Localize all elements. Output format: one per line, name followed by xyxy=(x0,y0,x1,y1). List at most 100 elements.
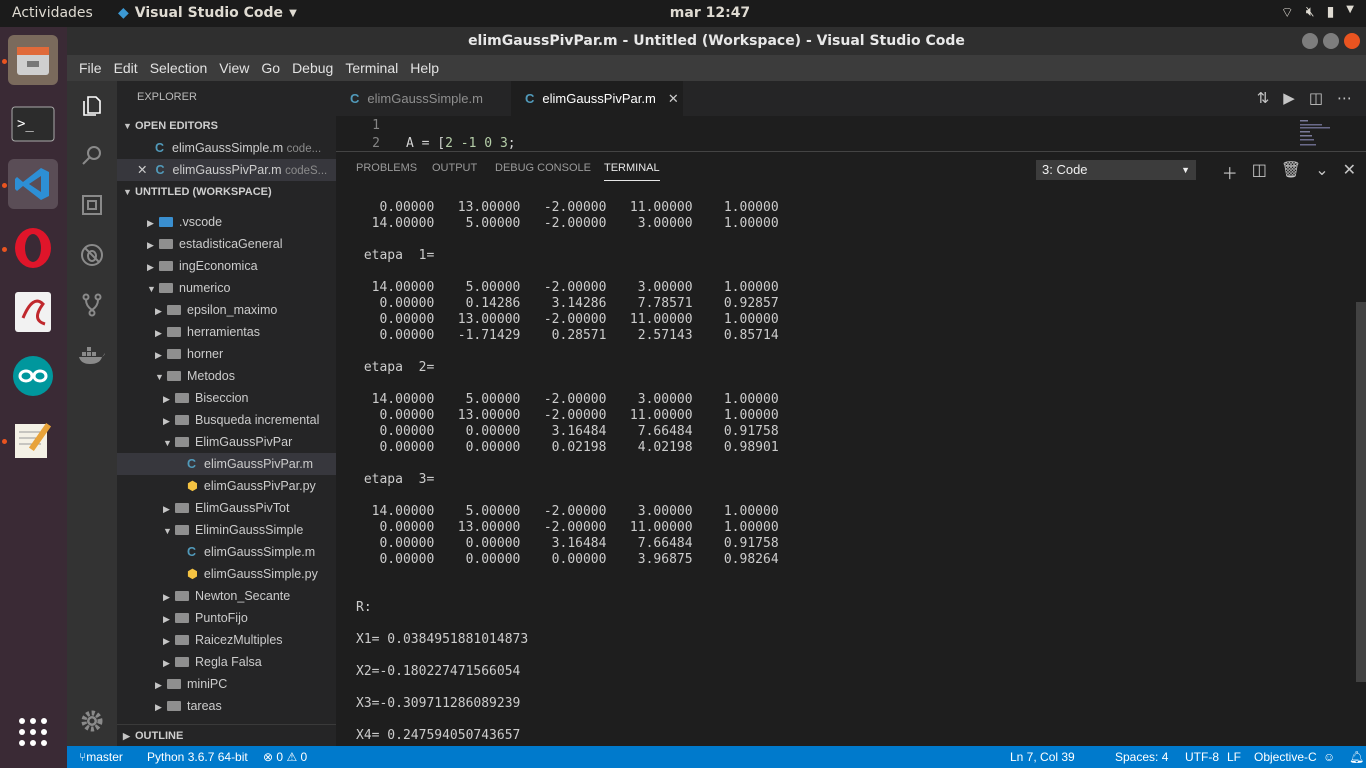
chevron-right-icon: ▶ xyxy=(155,680,162,690)
close-window-button[interactable] xyxy=(1344,33,1360,49)
close-icon[interactable]: ✕ xyxy=(137,163,147,177)
git-branch-icon[interactable] xyxy=(67,285,117,325)
tree-folder[interactable]: ▶ ElimGaussPivTot xyxy=(117,497,336,519)
tree-folder[interactable]: ▶ Newton_Secante xyxy=(117,585,336,607)
tab-problems[interactable]: PROBLEMS xyxy=(356,162,417,174)
files-icon[interactable] xyxy=(8,35,58,85)
tree-file[interactable]: ⬢ elimGaussSimple.py xyxy=(117,563,336,585)
clock[interactable]: mar 12:47 xyxy=(640,5,780,21)
outline-section[interactable]: ▶ OUTLINE xyxy=(117,724,336,746)
open-editor-item[interactable]: CelimGaussSimple.m code... xyxy=(117,137,336,159)
debug-icon[interactable] xyxy=(67,235,117,275)
tree-folder[interactable]: ▶ herramientas xyxy=(117,321,336,343)
tree-file[interactable]: CelimGaussSimple.m xyxy=(117,541,336,563)
more-actions-icon[interactable]: ⋯ xyxy=(1337,89,1352,107)
menu-terminal[interactable]: Terminal xyxy=(339,60,404,76)
git-branch-status[interactable]: ⑂master xyxy=(79,750,123,764)
tree-folder[interactable]: ▶ epsilon_maximo xyxy=(117,299,336,321)
vscode-app-icon[interactable] xyxy=(8,159,58,209)
text-viewer-icon[interactable] xyxy=(8,287,58,337)
menu-debug[interactable]: Debug xyxy=(286,60,339,76)
tree-item-label: elimGaussSimple.m xyxy=(204,545,316,559)
tab-elimgausssimple[interactable]: CelimGaussSimple.m xyxy=(336,81,511,116)
tree-folder[interactable]: ▶ RaicezMultiples xyxy=(117,629,336,651)
menu-go[interactable]: Go xyxy=(255,60,286,76)
notifications-bell-icon[interactable]: 🔔︎ xyxy=(1349,750,1364,764)
menu-file[interactable]: File xyxy=(73,60,108,76)
arduino-icon[interactable] xyxy=(8,351,58,401)
tree-folder[interactable]: ▶ tareas xyxy=(117,695,336,717)
language-mode[interactable]: Objective-C xyxy=(1254,750,1317,764)
terminal-scrollbar[interactable] xyxy=(1356,302,1366,682)
tree-folder[interactable]: ▼ ElimGaussPivPar xyxy=(117,431,336,453)
app-menu[interactable]: ◆ Visual Studio Code ▼ xyxy=(118,5,297,21)
system-tray[interactable]: ⌔ 🔇︎ ▮ ▼ xyxy=(1281,4,1354,22)
tree-file[interactable]: CelimGaussPivPar.m xyxy=(117,453,336,475)
tab-elimgausspivpar[interactable]: CelimGaussPivPar.m ✕ xyxy=(511,81,683,116)
show-applications-icon[interactable] xyxy=(8,707,58,757)
tree-folder[interactable]: ▶ horner xyxy=(117,343,336,365)
volume-muted-icon[interactable]: 🔇︎ xyxy=(1306,4,1315,22)
opera-browser-icon[interactable] xyxy=(8,223,58,273)
chevron-down-icon: ▼ xyxy=(163,438,172,448)
tree-folder[interactable]: ▶ .vscode xyxy=(117,211,336,233)
open-editor-item-active[interactable]: ✕ CelimGaussPivPar.m codeS... xyxy=(117,159,336,181)
feedback-smiley-icon[interactable]: ☺ xyxy=(1323,750,1335,764)
running-indicator xyxy=(2,439,7,444)
tree-folder[interactable]: ▼ Metodos xyxy=(117,365,336,387)
terminal-select[interactable]: 3: Code ▼ xyxy=(1036,160,1196,180)
panel-tabs: PROBLEMS OUTPUT DEBUG CONSOLE TERMINAL 3… xyxy=(336,152,1366,186)
tab-output[interactable]: OUTPUT xyxy=(432,162,477,174)
tab-debug-console[interactable]: DEBUG CONSOLE xyxy=(495,162,591,174)
tree-folder[interactable]: ▼ numerico xyxy=(117,277,336,299)
split-editor-icon[interactable]: ◫ xyxy=(1309,89,1323,107)
activities-button[interactable]: Actividades xyxy=(12,5,93,21)
tab-terminal[interactable]: TERMINAL xyxy=(604,162,660,181)
tree-folder[interactable]: ▶ PuntoFijo xyxy=(117,607,336,629)
search-icon[interactable] xyxy=(67,135,117,175)
tree-folder[interactable]: ▶ Biseccion xyxy=(117,387,336,409)
wifi-icon[interactable]: ⌔ xyxy=(1281,4,1294,22)
battery-icon[interactable]: ▮ xyxy=(1327,4,1335,22)
new-terminal-icon[interactable]: ＋ xyxy=(1222,160,1238,184)
cursor-position[interactable]: Ln 7, Col 39 xyxy=(1010,750,1075,764)
compare-changes-icon[interactable]: ⇅ xyxy=(1257,89,1270,107)
menu-edit[interactable]: Edit xyxy=(108,60,144,76)
menu-help[interactable]: Help xyxy=(404,60,445,76)
problems-status[interactable]: ⊗ 0 ⚠ 0 xyxy=(263,750,307,764)
python-interpreter[interactable]: Python 3.6.7 64-bit xyxy=(147,750,248,764)
chevron-down-icon[interactable]: ⌄ xyxy=(1315,160,1328,184)
minimap[interactable] xyxy=(1300,118,1350,148)
menu-view[interactable]: View xyxy=(213,60,255,76)
terminal-app-icon[interactable]: >_ xyxy=(8,99,58,149)
tree-item-label: epsilon_maximo xyxy=(187,303,278,317)
explorer-icon[interactable] xyxy=(67,86,117,126)
open-editors-section[interactable]: ▼ OPEN EDITORS xyxy=(117,115,336,137)
tree-folder[interactable]: ▶ estadisticaGeneral xyxy=(117,233,336,255)
workspace-section[interactable]: ▼ UNTITLED (WORKSPACE) xyxy=(117,181,336,203)
settings-gear-icon[interactable] xyxy=(67,701,117,741)
run-play-icon[interactable]: ▶ xyxy=(1283,89,1295,107)
close-icon[interactable]: ✕ xyxy=(1343,160,1356,184)
tree-folder[interactable]: ▶ miniPC xyxy=(117,673,336,695)
indentation[interactable]: Spaces: 4 xyxy=(1115,750,1168,764)
tree-folder[interactable]: ▶ Busqueda incremental xyxy=(117,409,336,431)
tree-file[interactable]: ⬢ elimGaussPivPar.py xyxy=(117,475,336,497)
split-terminal-icon[interactable]: ◫ xyxy=(1252,160,1267,184)
tree-folder[interactable]: ▶ ingEconomica xyxy=(117,255,336,277)
encoding[interactable]: UTF-8 xyxy=(1185,750,1219,764)
text-editor-icon[interactable] xyxy=(8,415,58,465)
tree-folder[interactable]: ▶ Regla Falsa xyxy=(117,651,336,673)
close-icon[interactable]: ✕ xyxy=(668,91,679,106)
source-control-extensions-icon[interactable] xyxy=(67,185,117,225)
trash-icon[interactable]: 🗑︎ xyxy=(1281,160,1301,184)
minimize-button[interactable] xyxy=(1302,33,1318,49)
tree-folder[interactable]: ▼ EliminGaussSimple xyxy=(117,519,336,541)
docker-icon[interactable] xyxy=(67,335,117,375)
end-of-line[interactable]: LF xyxy=(1227,750,1241,764)
chevron-down-icon[interactable]: ▼ xyxy=(1346,4,1354,22)
terminal-output[interactable]: 0.00000 13.00000 -2.00000 11.00000 1.000… xyxy=(356,200,1346,744)
maximize-button[interactable] xyxy=(1323,33,1339,49)
menu-selection[interactable]: Selection xyxy=(144,60,214,76)
code-editor[interactable]: 1 2 A = [2 -1 0 3; xyxy=(336,116,1366,151)
